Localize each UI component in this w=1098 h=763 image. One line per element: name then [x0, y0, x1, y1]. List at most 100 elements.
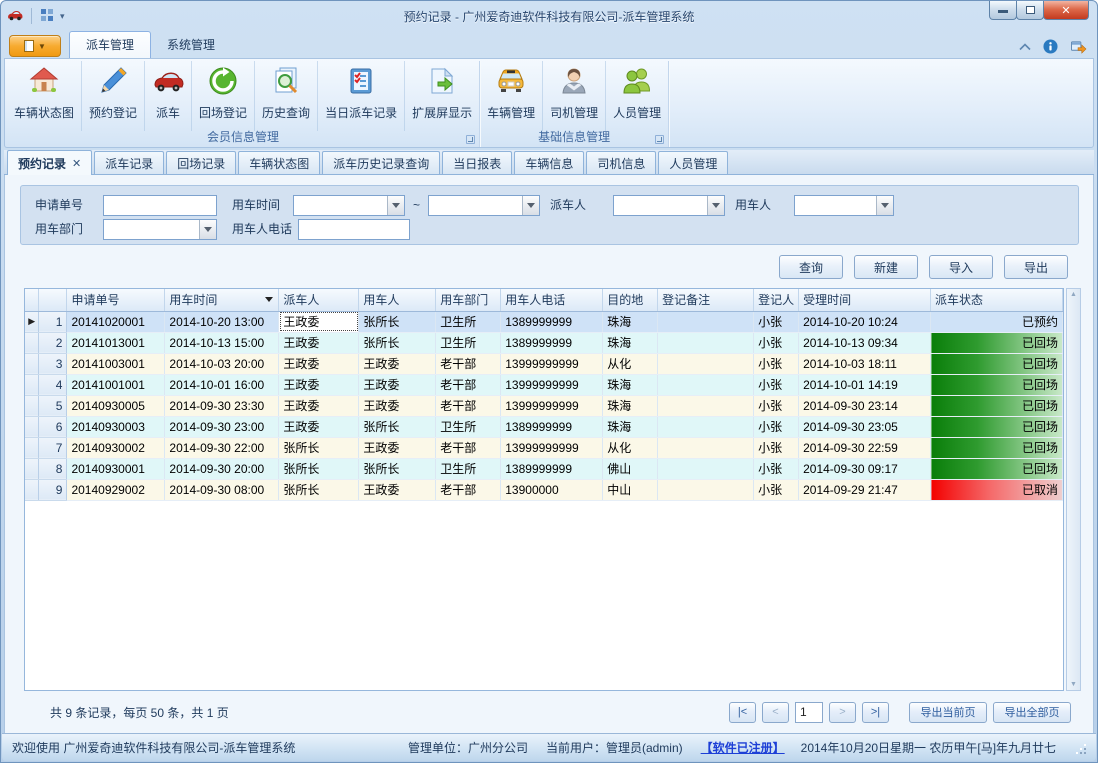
table-row[interactable]: 9201409290022014-09-30 08:00张所长王政委老干部139… — [25, 479, 1063, 500]
doc-tab-6[interactable]: 车辆信息 — [514, 151, 584, 174]
row-number[interactable]: 2 — [39, 332, 67, 353]
table-row[interactable]: 3201410030012014-10-03 20:00王政委王政委老干部139… — [25, 353, 1063, 374]
cell-dept[interactable]: 老干部 — [436, 479, 501, 500]
car-user-combo[interactable] — [794, 195, 894, 216]
doc-tab-2[interactable]: 回场记录 — [166, 151, 236, 174]
column-header-use_time[interactable]: 用车时间 — [165, 289, 279, 311]
row-number[interactable]: 6 — [39, 416, 67, 437]
column-header-reg_note[interactable]: 登记备注 — [658, 289, 754, 311]
row-indicator[interactable] — [25, 479, 39, 500]
vehicle-status-map-button[interactable]: 车辆状态图 — [7, 61, 82, 131]
cell-dispatcher[interactable]: 王政委 — [279, 395, 359, 416]
chevron-down-icon[interactable] — [522, 196, 539, 215]
ribbon-tab-dispatch[interactable]: 派车管理 — [69, 31, 151, 58]
cell-accept_time[interactable]: 2014-10-03 18:11 — [799, 353, 931, 374]
cell-use_time[interactable]: 2014-10-13 15:00 — [165, 332, 279, 353]
cell-phone[interactable]: 13999999999 — [501, 353, 603, 374]
cell-user[interactable]: 王政委 — [359, 479, 436, 500]
maximize-button[interactable] — [1016, 1, 1044, 20]
cell-accept_time[interactable]: 2014-09-29 21:47 — [799, 479, 931, 500]
collapse-ribbon-icon[interactable] — [1019, 43, 1031, 51]
driver-manage-button[interactable]: 司机管理 — [543, 61, 606, 131]
cell-registrar[interactable]: 小张 — [754, 395, 799, 416]
row-number[interactable]: 8 — [39, 458, 67, 479]
return-register-button[interactable]: 回场登记 — [192, 61, 255, 131]
cell-user[interactable]: 张所长 — [359, 416, 436, 437]
cell-registrar[interactable]: 小张 — [754, 437, 799, 458]
minimize-button[interactable]: ▬ — [989, 1, 1017, 20]
row-number[interactable]: 1 — [39, 311, 67, 332]
row-indicator[interactable] — [25, 395, 39, 416]
cell-dept[interactable]: 卫生所 — [436, 311, 501, 332]
cell-dept[interactable]: 卫生所 — [436, 458, 501, 479]
cell-order_no[interactable]: 20141003001 — [67, 353, 165, 374]
history-query-button[interactable]: 历史查询 — [255, 61, 318, 131]
column-header-rownum[interactable] — [39, 289, 67, 311]
column-header-status[interactable]: 派车状态 — [931, 289, 1063, 311]
column-header-destination[interactable]: 目的地 — [603, 289, 658, 311]
cell-user[interactable]: 王政委 — [359, 353, 436, 374]
cell-destination[interactable]: 珠海 — [603, 416, 658, 437]
extended-screen-button[interactable]: 扩展屏显示 — [405, 61, 479, 131]
column-header-registrar[interactable]: 登记人 — [754, 289, 799, 311]
cell-destination[interactable]: 珠海 — [603, 311, 658, 332]
cell-use_time[interactable]: 2014-10-01 16:00 — [165, 374, 279, 395]
cell-dept[interactable]: 老干部 — [436, 374, 501, 395]
application-menu-button[interactable]: ▼ — [9, 35, 61, 57]
first-page-button[interactable]: |< — [729, 702, 756, 723]
cell-reg_note[interactable] — [658, 353, 754, 374]
scroll-up-icon[interactable]: ▲ — [1070, 291, 1077, 298]
row-number[interactable]: 9 — [39, 479, 67, 500]
doc-tab-4[interactable]: 派车历史记录查询 — [322, 151, 440, 174]
cell-accept_time[interactable]: 2014-09-30 09:17 — [799, 458, 931, 479]
info-icon[interactable] — [1043, 39, 1058, 54]
dispatch-car-button[interactable]: 派车 — [145, 61, 192, 131]
chevron-down-icon[interactable] — [707, 196, 724, 215]
cell-dept[interactable]: 老干部 — [436, 353, 501, 374]
column-header-dispatcher[interactable]: 派车人 — [279, 289, 359, 311]
cell-status[interactable]: 已回场 — [931, 374, 1063, 395]
cell-registrar[interactable]: 小张 — [754, 332, 799, 353]
cell-accept_time[interactable]: 2014-10-13 09:34 — [799, 332, 931, 353]
cell-status[interactable]: 已回场 — [931, 416, 1063, 437]
cell-phone[interactable]: 13999999999 — [501, 395, 603, 416]
cell-accept_time[interactable]: 2014-09-30 23:14 — [799, 395, 931, 416]
order-no-input[interactable] — [103, 195, 217, 216]
cell-status[interactable]: 已回场 — [931, 395, 1063, 416]
cell-registrar[interactable]: 小张 — [754, 458, 799, 479]
scroll-down-icon[interactable]: ▼ — [1070, 681, 1077, 688]
cell-order_no[interactable]: 20140930003 — [67, 416, 165, 437]
row-number[interactable]: 3 — [39, 353, 67, 374]
cell-accept_time[interactable]: 2014-10-01 14:19 — [799, 374, 931, 395]
column-header-indicator[interactable] — [25, 289, 39, 311]
cell-use_time[interactable]: 2014-09-30 20:00 — [165, 458, 279, 479]
cell-destination[interactable]: 珠海 — [603, 395, 658, 416]
vehicle-manage-button[interactable]: 车辆管理 — [480, 61, 543, 131]
cell-status[interactable]: 已回场 — [931, 458, 1063, 479]
cell-reg_note[interactable] — [658, 332, 754, 353]
cell-dispatcher[interactable]: 张所长 — [279, 479, 359, 500]
cell-dept[interactable]: 老干部 — [436, 395, 501, 416]
query-button[interactable]: 查询 — [779, 255, 843, 279]
cell-registrar[interactable]: 小张 — [754, 416, 799, 437]
cell-accept_time[interactable]: 2014-10-20 10:24 — [799, 311, 931, 332]
cell-phone[interactable]: 1389999999 — [501, 332, 603, 353]
doc-tab-0[interactable]: 预约记录✕ — [7, 150, 92, 175]
doc-tab-7[interactable]: 司机信息 — [586, 151, 656, 174]
cell-use_time[interactable]: 2014-10-03 20:00 — [165, 353, 279, 374]
cell-dispatcher[interactable]: 王政委 — [279, 353, 359, 374]
new-button[interactable]: 新建 — [854, 255, 918, 279]
cell-registrar[interactable]: 小张 — [754, 353, 799, 374]
cell-phone[interactable]: 13999999999 — [501, 437, 603, 458]
page-number-input[interactable] — [795, 702, 823, 723]
row-indicator[interactable] — [25, 416, 39, 437]
cell-user[interactable]: 张所长 — [359, 311, 436, 332]
column-header-dept[interactable]: 用车部门 — [436, 289, 501, 311]
cell-dispatcher[interactable]: 王政委 — [279, 311, 359, 332]
cell-status[interactable]: 已预约 — [931, 311, 1063, 332]
cell-order_no[interactable]: 20141001001 — [67, 374, 165, 395]
cell-status[interactable]: 已回场 — [931, 332, 1063, 353]
cell-use_time[interactable]: 2014-10-20 13:00 — [165, 311, 279, 332]
cell-phone[interactable]: 1389999999 — [501, 416, 603, 437]
export-current-page-button[interactable]: 导出当前页 — [909, 702, 987, 723]
